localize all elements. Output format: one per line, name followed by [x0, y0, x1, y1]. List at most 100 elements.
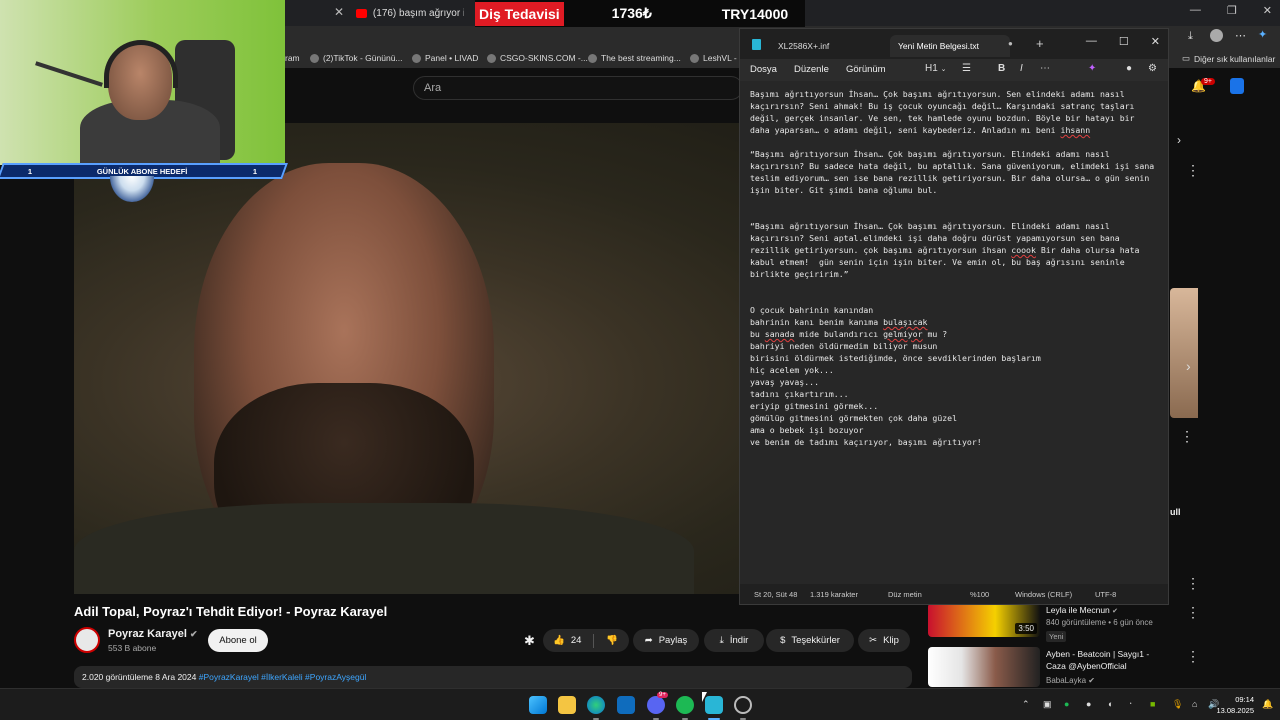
italic-button[interactable]: I	[1020, 63, 1023, 74]
microphone-icon[interactable]: 🎙	[1172, 699, 1183, 710]
maximize-icon[interactable]: ❐	[1227, 4, 1237, 17]
sidebar-video-thumbnail[interactable]	[928, 647, 1040, 687]
text-line: ve benim de tadımı kaçırıyor, başımı ağr…	[750, 437, 982, 447]
download-button[interactable]: ⤓ İndir	[704, 629, 764, 652]
bookmark-item[interactable]: ram	[285, 53, 300, 63]
more-options-icon[interactable]: ⋮	[1186, 575, 1200, 592]
obs-icon[interactable]	[734, 696, 752, 714]
chevron-right-icon[interactable]: ›	[1186, 358, 1191, 374]
bold-button[interactable]: B	[998, 63, 1005, 74]
more-options-icon[interactable]: ⋯	[1235, 29, 1246, 42]
spotify-icon[interactable]	[676, 696, 694, 714]
settings-gear-icon[interactable]: ⚙	[1148, 63, 1157, 74]
other-bookmarks[interactable]: ▭ Diğer sık kullanılanlar	[1182, 53, 1275, 64]
channel-name[interactable]: Poyraz Karayel ✔	[108, 628, 198, 640]
account-icon[interactable]: ●	[1126, 63, 1132, 74]
chevron-up-icon[interactable]: ⌃	[1022, 699, 1030, 710]
sidebar-video-title[interactable]: Leyla ile Mecnun ✔	[1046, 604, 1118, 618]
discord-icon[interactable]	[647, 696, 665, 714]
outlook-icon[interactable]	[617, 696, 635, 714]
chevron-right-icon[interactable]: ›	[1177, 133, 1181, 147]
nvidia-icon[interactable]: ■	[1150, 699, 1155, 709]
notification-badge: 9+	[1201, 78, 1215, 85]
thanks-button[interactable]: $ Teşekkürler	[766, 629, 854, 652]
sidebar-video-title[interactable]: Ayben - Beatcoin | Saygı1 - Caza @AybenO…	[1046, 648, 1149, 672]
streaming-icon	[588, 53, 597, 63]
livad-icon	[412, 53, 421, 63]
menu-view[interactable]: Görünüm	[846, 64, 886, 75]
menu-file[interactable]: Dosya	[750, 64, 777, 75]
text-line: bahriyi neden öldürmedim biliyor musun	[750, 341, 938, 351]
subscriber-count: 553 B abone	[108, 643, 157, 653]
tiktok-icon	[310, 53, 319, 63]
clip-button[interactable]: ✂ Klip	[858, 629, 910, 652]
like-dislike-group: 👍 24 👎	[543, 629, 629, 652]
close-tab-dot-icon[interactable]: ●	[1008, 39, 1013, 48]
extension-blue-icon[interactable]	[1230, 78, 1244, 94]
profile-avatar[interactable]	[1210, 29, 1223, 42]
bookmark-csgo[interactable]: CSGO-SKINS.COM -...	[487, 53, 588, 63]
tray-app-icon[interactable]: ᛫	[1128, 699, 1133, 709]
more-options-icon[interactable]: ⋮	[1186, 604, 1200, 621]
more-options-icon[interactable]: ⋮	[1180, 428, 1194, 445]
sidebar-thumbnail[interactable]	[1170, 288, 1198, 418]
bookmark-leshvl[interactable]: LeshVL - T	[690, 53, 744, 63]
zoom-level[interactable]: %100	[970, 590, 989, 599]
notepad-menubar: Dosya Düzenle Görünüm H1 ⌄ ☰ B I ⋯ ✦ ● ⚙	[740, 59, 1168, 81]
copilot-icon[interactable]: ✦	[1258, 28, 1267, 41]
notepad-tab-inactive[interactable]: XL2586X+.inf	[770, 35, 837, 57]
heading-dropdown[interactable]: H1 ⌄	[925, 63, 946, 74]
search-input[interactable]: Ara	[413, 76, 743, 100]
spotify-tray-icon[interactable]: ●	[1064, 699, 1069, 709]
start-icon[interactable]	[529, 696, 547, 714]
download-icon[interactable]: ⤓	[1188, 30, 1193, 43]
like-divider	[593, 633, 595, 648]
like-icon[interactable]: 👍	[553, 635, 565, 646]
copilot-icon[interactable]: ✦	[1088, 63, 1096, 74]
new-tab-icon[interactable]: +	[1036, 36, 1044, 51]
notification-center-icon[interactable]: 🔔	[1262, 699, 1273, 710]
minimize-icon[interactable]: —	[1190, 4, 1201, 17]
hashtags[interactable]: #PoyrazKarayel #İlkerKaleli #PoyrazAyşeg…	[199, 672, 367, 682]
twitch-icon	[690, 53, 699, 63]
subscribe-button[interactable]: Abone ol	[208, 629, 268, 652]
more-options-icon[interactable]: ⋯	[1040, 63, 1050, 74]
share-button[interactable]: ➦ Paylaş	[633, 629, 699, 652]
more-options-icon[interactable]: ⋮	[1186, 648, 1200, 665]
sidebar-video-title-line: Ayben - Beatcoin | Saygı1 -	[1046, 649, 1150, 659]
bookmark-streaming[interactable]: The best streaming...	[588, 53, 681, 63]
channel-avatar[interactable]	[74, 627, 100, 653]
network-icon[interactable]: ⌂	[1192, 699, 1197, 709]
notepad-tab-active[interactable]: Yeni Metin Belgesi.txt	[890, 35, 1010, 57]
download-label: İndir	[729, 635, 749, 646]
channel-name-text: Poyraz Karayel	[108, 628, 187, 640]
more-options-icon[interactable]: ⋮	[1186, 162, 1200, 179]
close-window-icon[interactable]: ✕	[1151, 35, 1160, 48]
minimize-icon[interactable]: —	[1086, 35, 1097, 48]
goal-current: 1	[28, 166, 33, 176]
sidebar-video-thumbnail[interactable]: 3:50	[928, 603, 1040, 637]
browser-tab-active[interactable]: (176) başım ağrıyor ihsan poy	[350, 2, 470, 24]
text-line: bahrinin kanı benim kanıma	[750, 317, 884, 327]
tray-app-icon[interactable]: ◐	[1108, 699, 1113, 709]
file-explorer-icon[interactable]	[558, 696, 576, 714]
scissors-icon: ✂	[869, 635, 878, 646]
tray-app-icon[interactable]: ▣	[1043, 699, 1052, 710]
menu-edit[interactable]: Düzenle	[794, 64, 829, 75]
close-window-icon[interactable]: ✕	[1263, 4, 1272, 17]
bookmark-tiktok[interactable]: (2)TikTok - Gününü...	[310, 53, 403, 63]
steam-tray-icon[interactable]: ●	[1086, 699, 1091, 709]
extension-icon[interactable]: ✱	[524, 633, 535, 649]
dislike-icon[interactable]: 👎	[606, 635, 618, 646]
list-icon[interactable]: ☰	[962, 63, 971, 74]
close-tab-icon[interactable]: ✕	[334, 5, 344, 19]
video-frame-jacket	[74, 503, 694, 594]
thanks-icon: $	[780, 635, 786, 646]
clock[interactable]: 09:14 13.08.2025	[1216, 694, 1254, 716]
edge-icon[interactable]	[587, 696, 605, 714]
description-box[interactable]: 2.020 görüntüleme 8 Ara 2024 #PoyrazKara…	[74, 666, 912, 688]
maximize-icon[interactable]: ☐	[1119, 35, 1129, 48]
notepad-taskbar-icon[interactable]	[705, 696, 723, 714]
notepad-text-area[interactable]: Başımı ağrıtıyorsun İhsan… Çok başımı ağ…	[740, 81, 1168, 586]
bookmark-livad[interactable]: Panel • LIVAD	[412, 53, 478, 63]
